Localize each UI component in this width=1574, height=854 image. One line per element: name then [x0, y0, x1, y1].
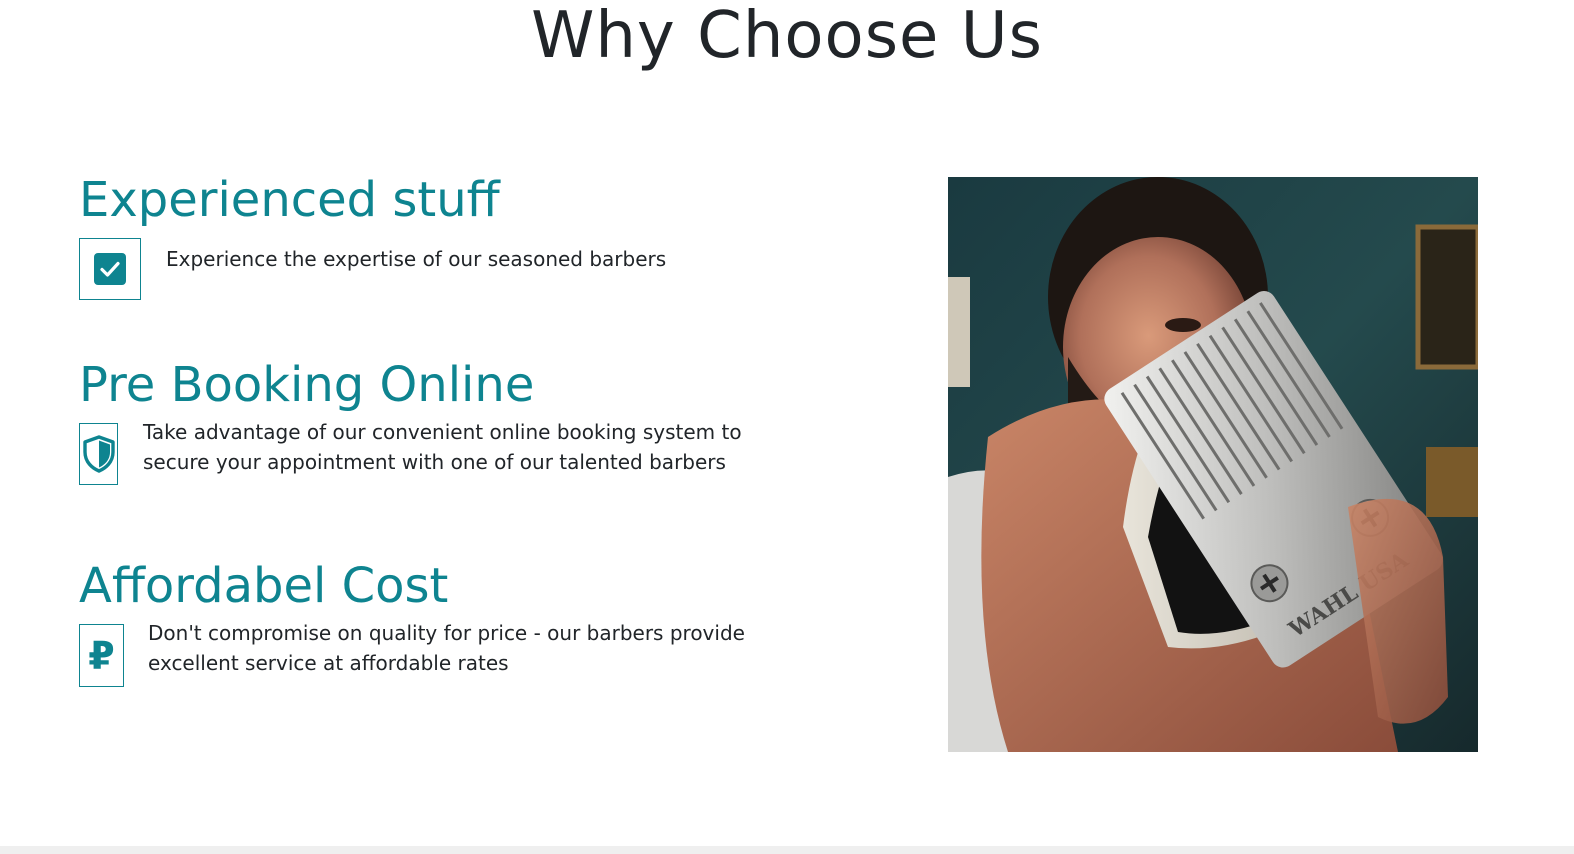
feature-heading: Pre Booking Online	[79, 357, 535, 413]
feature-heading: Experienced stuff	[79, 172, 500, 228]
feature-affordable-cost: Affordabel Cost ₽ Don't compromise on qu…	[79, 558, 799, 687]
feature-experienced-staff: Experienced stuff Experience the experti…	[79, 172, 799, 300]
feature-pre-booking: Pre Booking Online Take advantage of our…	[79, 357, 799, 485]
section-title: Why Choose Us	[531, 0, 1043, 73]
section-divider	[0, 846, 1574, 854]
feature-description: Take advantage of our convenient online …	[143, 420, 742, 474]
check-square-icon	[79, 238, 141, 300]
feature-description: Don't compromise on quality for price - …	[148, 621, 745, 675]
feature-heading: Affordabel Cost	[79, 558, 449, 614]
ruble-icon: ₽	[79, 624, 124, 687]
ruble-glyph: ₽	[88, 633, 115, 678]
barber-clipper-photo: WAHL USA	[948, 177, 1478, 752]
feature-description: Experience the expertise of our seasoned…	[166, 247, 667, 271]
shield-icon	[79, 423, 118, 485]
why-choose-us-section: Why Choose Us Experienced stuff Experien…	[0, 0, 1574, 854]
